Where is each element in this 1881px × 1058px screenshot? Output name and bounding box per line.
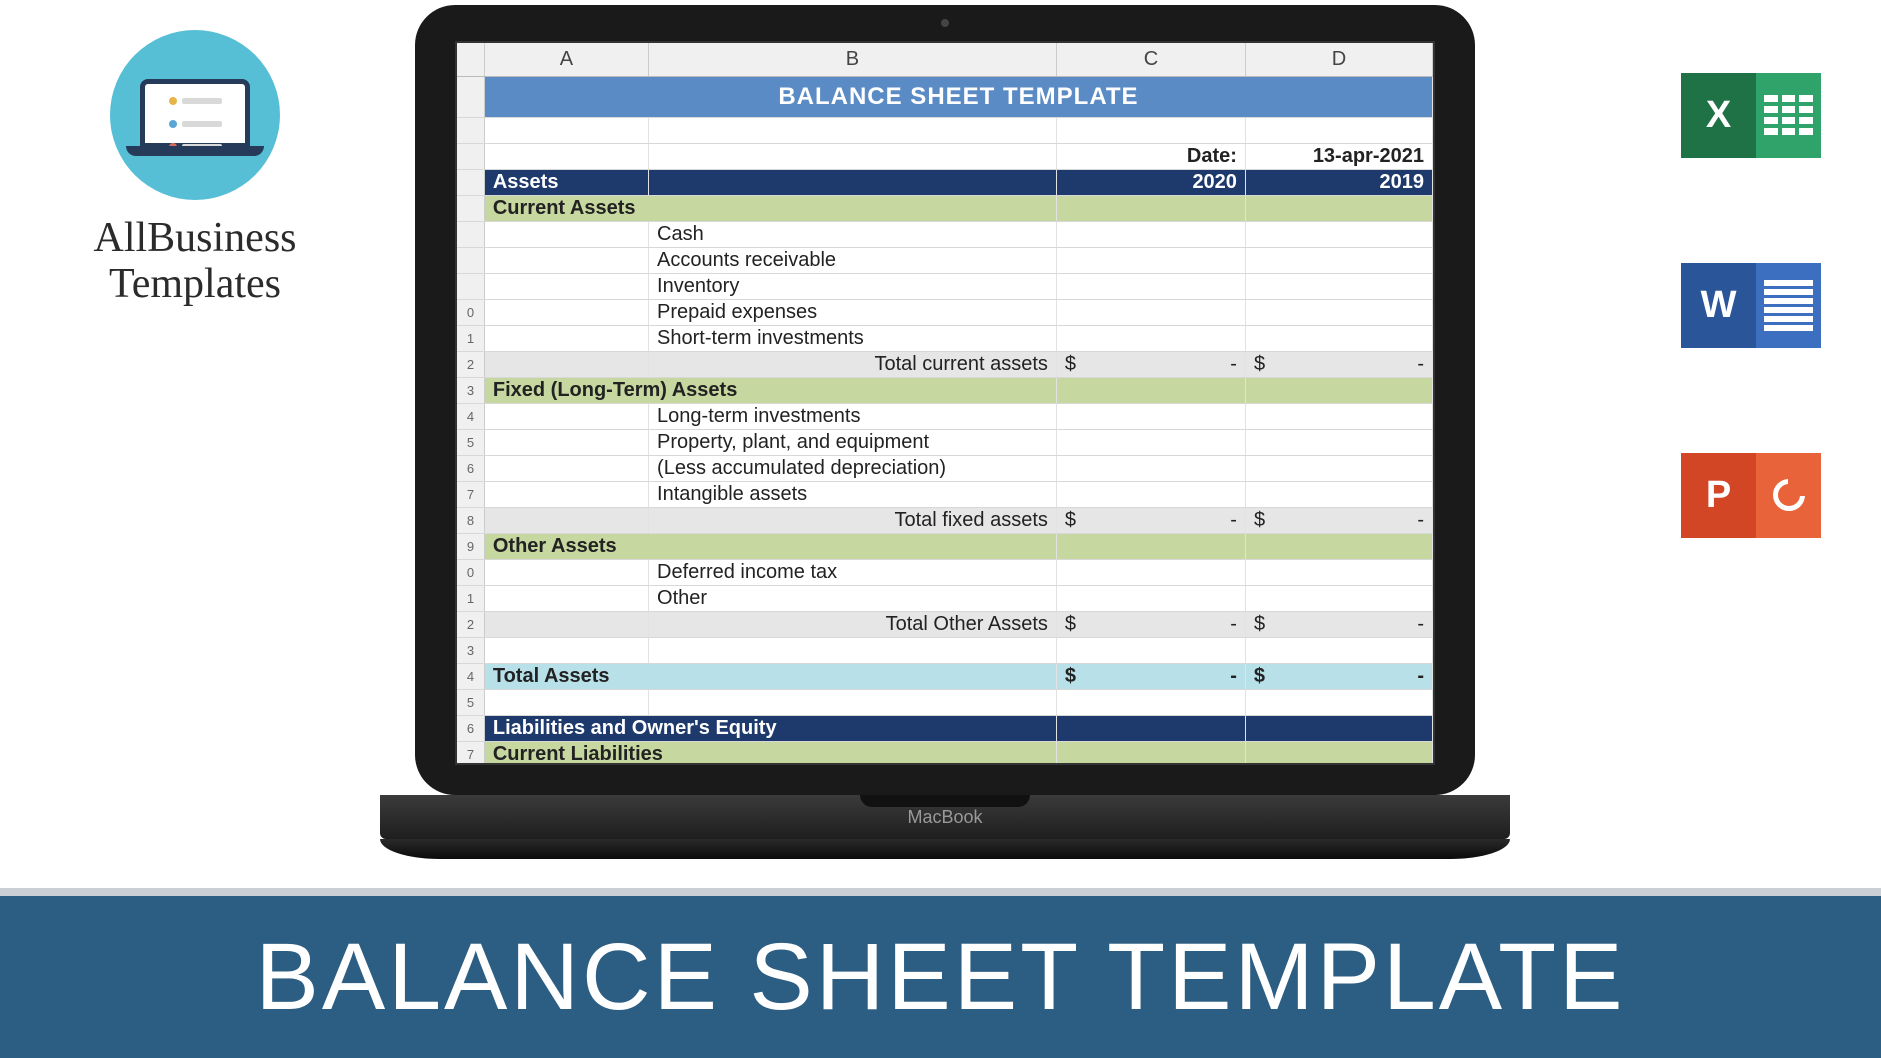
line-item: 0Prepaid expenses	[457, 300, 1433, 326]
brand-logo-circle	[110, 30, 280, 200]
total-current-assets: 2 Total current assets $- $-	[457, 352, 1433, 378]
line-item: 5Property, plant, and equipment	[457, 430, 1433, 456]
current-assets-header: Current Assets	[457, 196, 1433, 222]
powerpoint-icon: P	[1676, 420, 1826, 570]
macbook-hinge: MacBook	[380, 795, 1510, 839]
line-item: Inventory	[457, 274, 1433, 300]
line-item: 7Intangible assets	[457, 482, 1433, 508]
macbook-base	[380, 839, 1510, 859]
blank-row: 3	[457, 638, 1433, 664]
other-assets-header: 9 Other Assets	[457, 534, 1433, 560]
line-item: 6(Less accumulated depreciation)	[457, 456, 1433, 482]
total-other-assets: 2 Total Other Assets $- $-	[457, 612, 1433, 638]
current-liabilities-header: 7 Current Liabilities	[457, 742, 1433, 765]
liabilities-header-row: 6 Liabilities and Owner's Equity	[457, 716, 1433, 742]
col-header-a[interactable]: A	[485, 43, 649, 76]
macbook-mockup: A B C D BALANCE SHEET TEMPLATE Date:	[380, 5, 1510, 859]
line-item: 1Short-term investments	[457, 326, 1433, 352]
line-item: Accounts receivable	[457, 248, 1433, 274]
date-row: Date: 13-apr-2021	[457, 144, 1433, 170]
col-header-b[interactable]: B	[649, 43, 1057, 76]
line-item: 0Deferred income tax	[457, 560, 1433, 586]
line-item: 4Long-term investments	[457, 404, 1433, 430]
total-assets-row: 4 Total Assets $- $-	[457, 664, 1433, 690]
laptop-icon	[140, 79, 250, 151]
title-row: BALANCE SHEET TEMPLATE	[457, 77, 1433, 118]
brand-block: AllBusiness Templates	[60, 30, 330, 307]
word-icon: W	[1676, 230, 1826, 380]
col-header-d[interactable]: D	[1246, 43, 1433, 76]
spreadsheet: A B C D BALANCE SHEET TEMPLATE Date:	[457, 43, 1433, 765]
line-item: Cash	[457, 222, 1433, 248]
file-type-icons: X W P	[1676, 40, 1826, 570]
fixed-assets-header: 3 Fixed (Long-Term) Assets	[457, 378, 1433, 404]
line-item: 1Other	[457, 586, 1433, 612]
column-headers: A B C D	[457, 43, 1433, 77]
assets-header-row: Assets 2020 2019	[457, 170, 1433, 196]
blank-row	[457, 118, 1433, 144]
excel-icon: X	[1676, 40, 1826, 190]
col-header-c[interactable]: C	[1057, 43, 1246, 76]
total-fixed-assets: 8 Total fixed assets $- $-	[457, 508, 1433, 534]
screen: A B C D BALANCE SHEET TEMPLATE Date:	[455, 41, 1435, 765]
bottom-banner: BALANCE SHEET TEMPLATE	[0, 888, 1881, 1058]
blank-row: 5	[457, 690, 1433, 716]
banner-title: BALANCE SHEET TEMPLATE	[255, 923, 1625, 1032]
brand-text: AllBusiness Templates	[60, 215, 330, 307]
camera-icon	[941, 19, 949, 27]
